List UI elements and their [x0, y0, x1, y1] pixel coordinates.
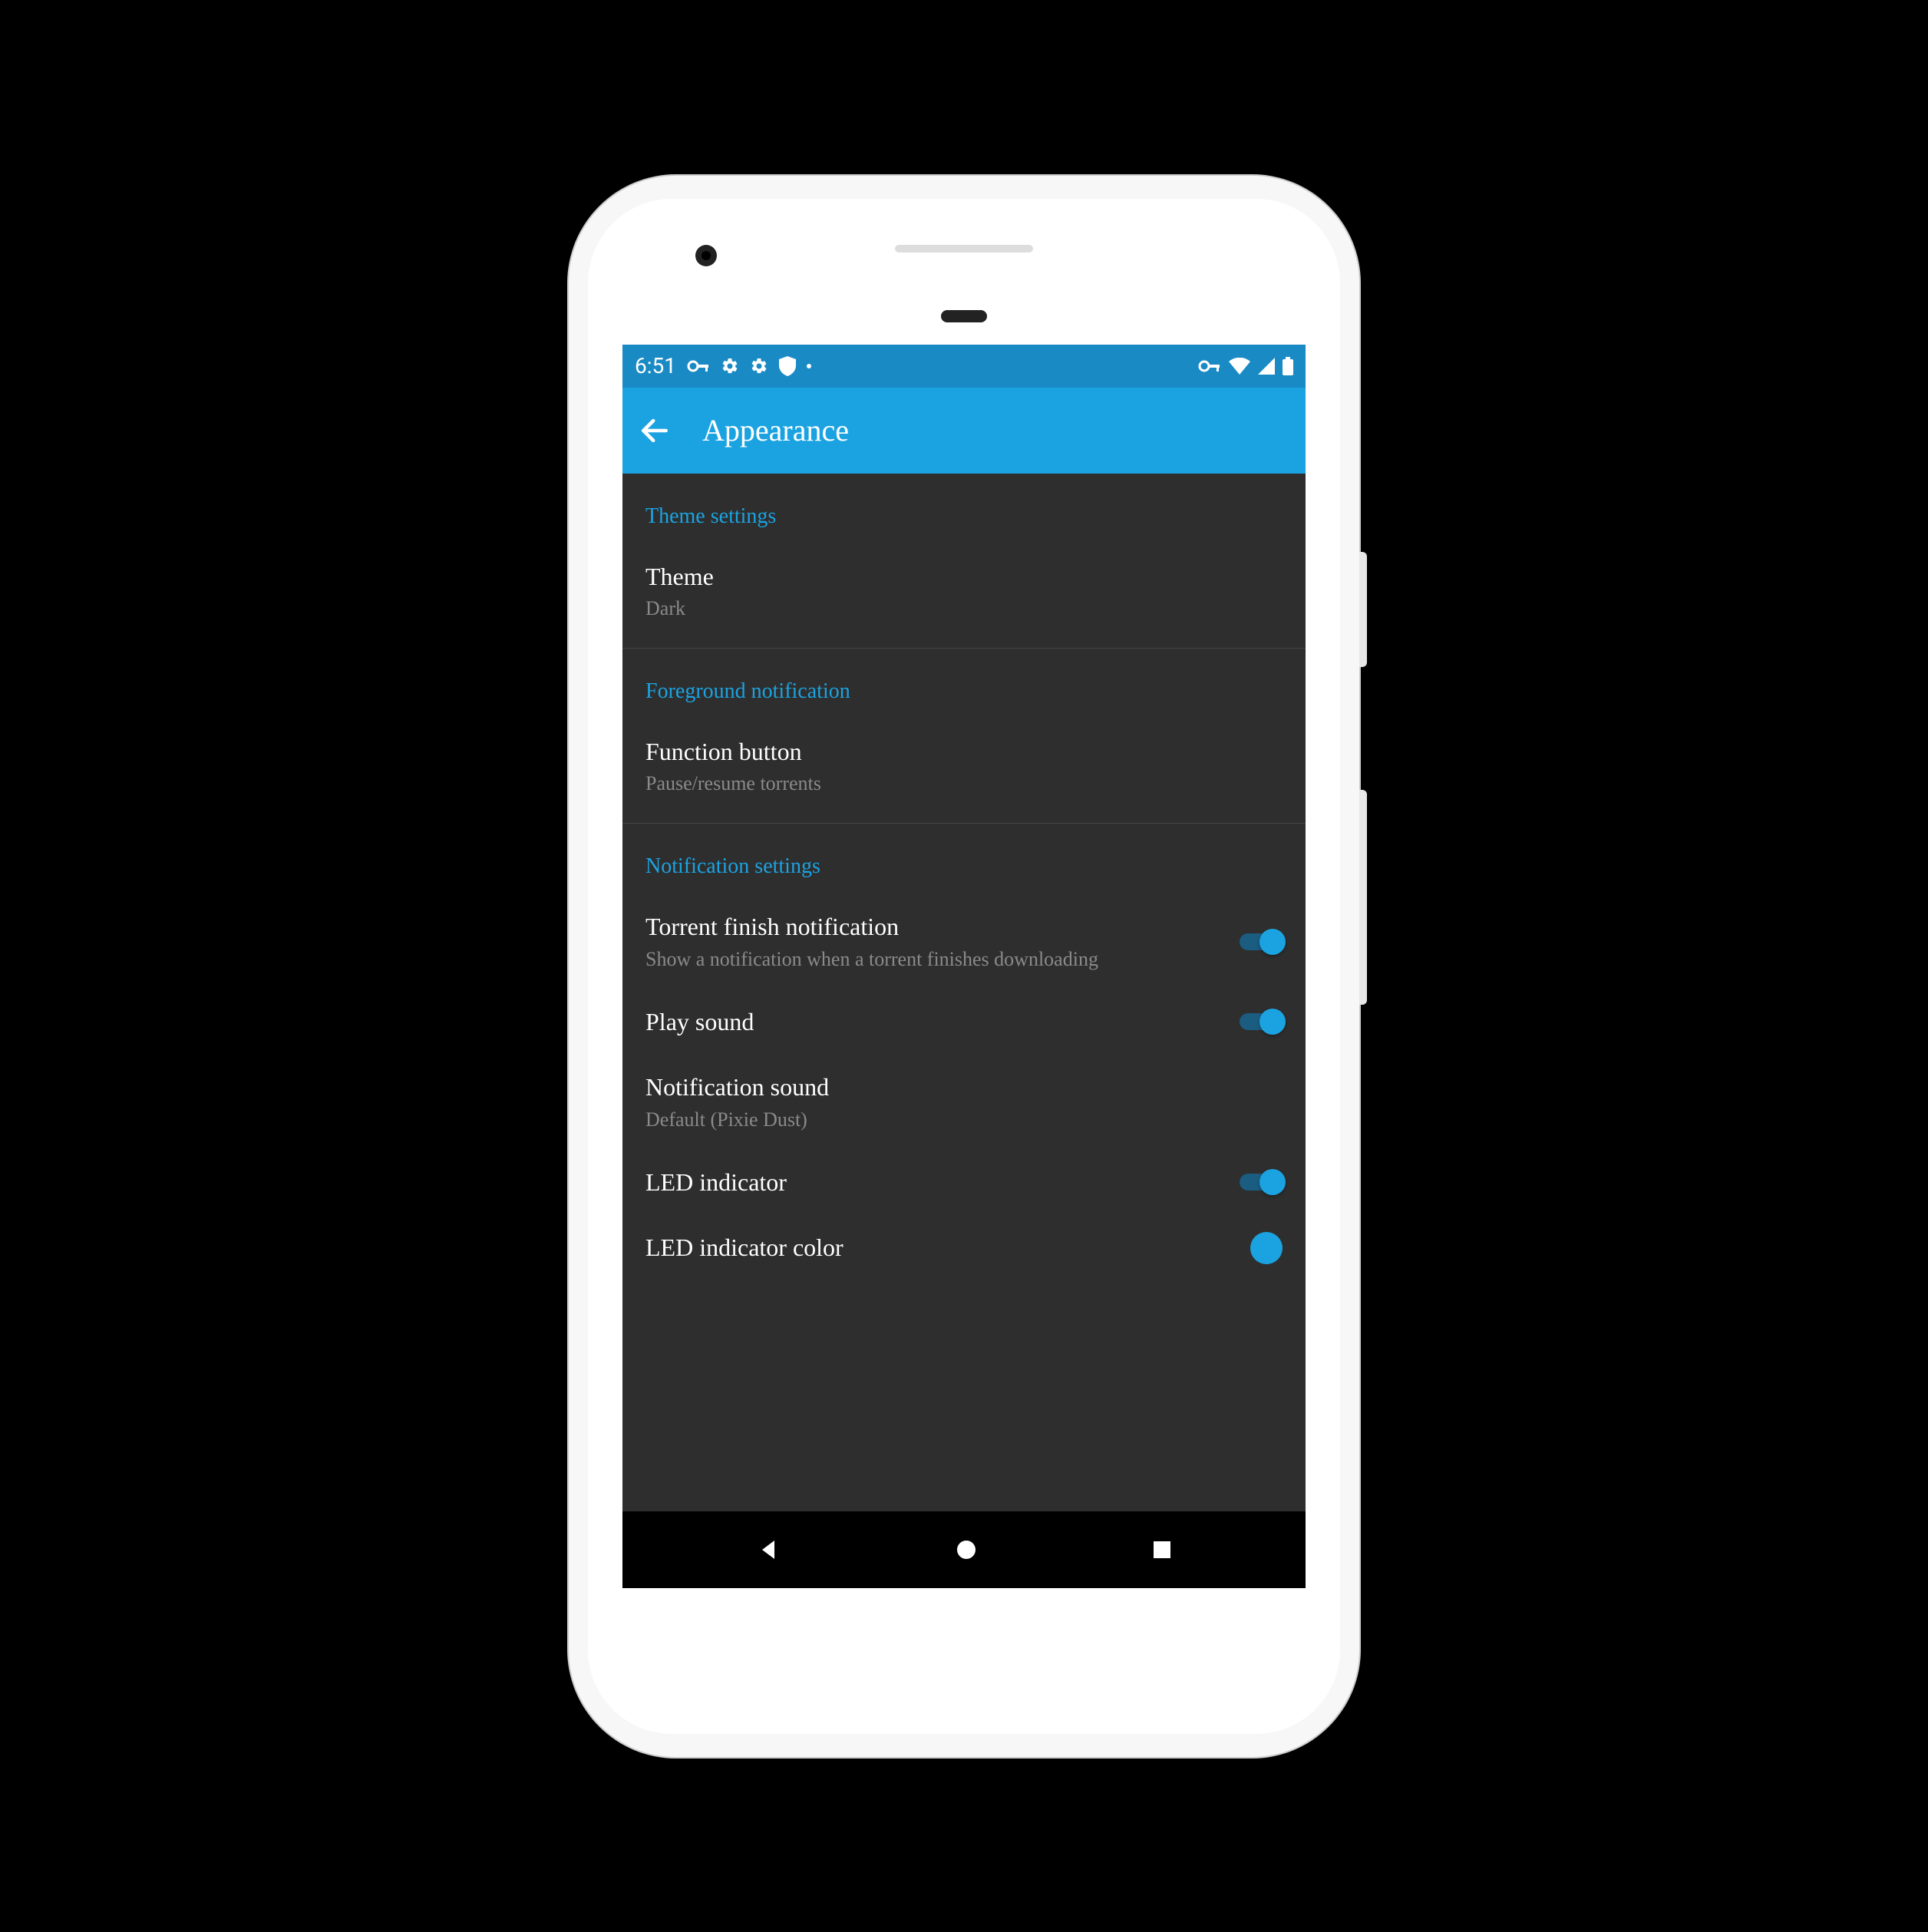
screen: 6:51 Appearance	[622, 345, 1306, 1588]
nav-back-icon[interactable]	[756, 1537, 781, 1562]
row-torrent-finish[interactable]: Torrent finish notification Show a notif…	[622, 894, 1306, 989]
row-led-indicator[interactable]: LED indicator	[622, 1150, 1306, 1216]
phone-frame: 6:51 Appearance	[569, 176, 1359, 1757]
shield-icon	[779, 356, 796, 376]
row-function-button-title: Function button	[645, 736, 1283, 768]
row-theme-title: Theme	[645, 561, 1283, 593]
vpn-key-icon	[687, 359, 710, 373]
row-notification-sound-title: Notification sound	[645, 1072, 1283, 1104]
app-bar: Appearance	[622, 388, 1306, 474]
row-theme-sub: Dark	[645, 596, 1283, 622]
row-torrent-finish-sub: Show a notification when a torrent finis…	[645, 946, 1217, 973]
status-right	[1198, 357, 1293, 375]
earpiece-slot	[895, 245, 1033, 253]
settings-gear-icon	[721, 357, 739, 375]
notification-dot-icon	[807, 364, 811, 368]
power-button	[1359, 552, 1367, 667]
wifi-icon	[1229, 358, 1250, 375]
row-torrent-finish-title: Torrent finish notification	[645, 911, 1217, 943]
row-play-sound-title: Play sound	[645, 1006, 1217, 1039]
row-led-color-title: LED indicator color	[645, 1232, 1227, 1264]
volume-button	[1359, 790, 1367, 1005]
cell-signal-icon	[1258, 358, 1275, 375]
row-function-button-sub: Pause/resume torrents	[645, 771, 1283, 797]
phone-bezel: 6:51 Appearance	[588, 199, 1340, 1734]
vpn-key-icon	[1198, 359, 1221, 373]
row-notification-sound[interactable]: Notification sound Default (Pixie Dust)	[622, 1055, 1306, 1149]
section-header-theme: Theme settings	[622, 474, 1306, 544]
switch-led-indicator[interactable]	[1240, 1171, 1283, 1194]
front-camera	[695, 245, 717, 266]
led-color-swatch[interactable]	[1250, 1232, 1283, 1264]
sensor-bar	[941, 310, 987, 322]
battery-icon	[1283, 357, 1293, 375]
clock: 6:51	[635, 353, 676, 378]
status-left: 6:51	[635, 353, 811, 378]
switch-play-sound[interactable]	[1240, 1010, 1283, 1033]
row-led-indicator-title: LED indicator	[645, 1167, 1217, 1199]
row-theme[interactable]: Theme Dark	[622, 544, 1306, 639]
page-title: Appearance	[702, 412, 849, 448]
settings-gear-icon	[750, 357, 768, 375]
back-arrow-icon[interactable]	[638, 414, 672, 447]
status-bar: 6:51	[622, 345, 1306, 388]
nav-recent-icon[interactable]	[1152, 1540, 1172, 1560]
section-header-foreground: Foreground notification	[622, 649, 1306, 719]
nav-home-icon[interactable]	[956, 1539, 977, 1560]
row-play-sound[interactable]: Play sound	[622, 989, 1306, 1055]
android-nav-bar	[622, 1511, 1306, 1588]
switch-torrent-finish[interactable]	[1240, 930, 1283, 953]
settings-content[interactable]: Theme settings Theme Dark Foreground not…	[622, 474, 1306, 1511]
row-notification-sound-sub: Default (Pixie Dust)	[645, 1107, 1283, 1133]
section-header-notifications: Notification settings	[622, 824, 1306, 894]
row-function-button[interactable]: Function button Pause/resume torrents	[622, 719, 1306, 814]
row-led-color[interactable]: LED indicator color	[622, 1215, 1306, 1281]
